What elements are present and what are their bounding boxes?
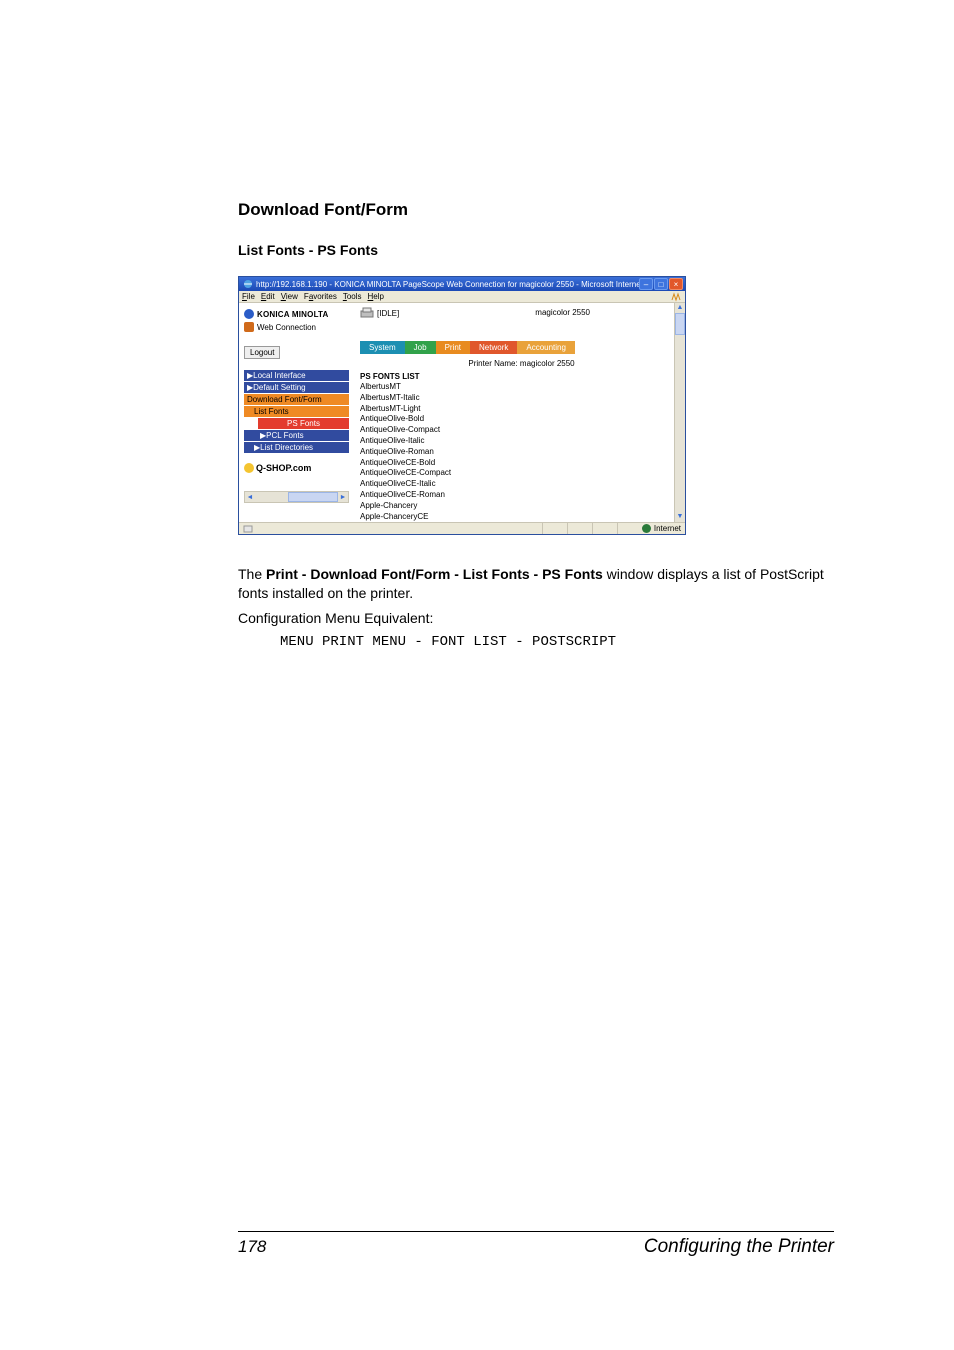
brand-name: KONICA MINOLTA bbox=[257, 310, 329, 319]
fonts-list: AlbertusMT AlbertusMT-Italic AlbertusMT-… bbox=[360, 382, 683, 522]
printer-icon bbox=[360, 307, 374, 319]
done-icon bbox=[243, 524, 253, 534]
main-scrollbar[interactable]: ▲ ▼ bbox=[674, 303, 685, 522]
tab-bar: System Job Print Network Accounting bbox=[360, 341, 683, 354]
sidebar-item-default-setting[interactable]: ▶Default Setting bbox=[244, 382, 349, 393]
window-titlebar: http://192.168.1.190 - KONICA MINOLTA Pa… bbox=[239, 277, 685, 291]
sidebar-item-ps-fonts[interactable]: PS Fonts bbox=[258, 418, 349, 429]
section-subtitle: List Fonts - PS Fonts bbox=[238, 242, 834, 258]
sidebar-item-local-interface[interactable]: ▶Local Interface bbox=[244, 370, 349, 381]
model-name: magicolor 2550 bbox=[535, 308, 590, 317]
config-menu-path: MENU PRINT MENU - FONT LIST - POSTSCRIPT bbox=[280, 634, 834, 650]
tab-job[interactable]: Job bbox=[405, 341, 436, 354]
menu-view[interactable]: View bbox=[281, 292, 298, 301]
sidebar-item-download-font-form[interactable]: Download Font/Form bbox=[244, 394, 349, 405]
qshop-label: Q-SHOP.com bbox=[256, 463, 311, 473]
internet-zone-label: Internet bbox=[654, 524, 681, 533]
printer-status: [IDLE] bbox=[377, 309, 399, 318]
sidebar-item-list-fonts[interactable]: List Fonts bbox=[244, 406, 349, 417]
printer-name-label: Printer Name: magicolor 2550 bbox=[360, 359, 683, 368]
sidebar-item-list-directories[interactable]: ▶List Directories bbox=[244, 442, 349, 453]
list-item: AlbertusMT-Light bbox=[360, 404, 683, 415]
section-title: Download Font/Form bbox=[238, 200, 834, 220]
menu-tools[interactable]: Tools bbox=[343, 292, 362, 301]
menu-bar: File Edit View Favorites Tools Help bbox=[239, 291, 685, 303]
tab-print[interactable]: Print bbox=[436, 341, 470, 354]
pagescope-icon bbox=[244, 322, 254, 332]
sidebar-item-pcl-fonts[interactable]: ▶PCL Fonts bbox=[244, 430, 349, 441]
scroll-right-icon[interactable]: ► bbox=[338, 494, 348, 501]
page-footer: 178 Configuring the Printer bbox=[238, 1231, 834, 1258]
scroll-down-icon[interactable]: ▼ bbox=[677, 512, 684, 522]
list-item: AntiqueOlive-Compact bbox=[360, 425, 683, 436]
list-item: Apple-Chancery bbox=[360, 501, 683, 512]
menu-help[interactable]: Help bbox=[368, 292, 384, 301]
list-item: AntiqueOliveCE-Roman bbox=[360, 490, 683, 501]
konica-logo-icon bbox=[244, 309, 254, 319]
config-menu-label: Configuration Menu Equivalent: bbox=[238, 609, 834, 628]
list-item: AlbertusMT-Italic bbox=[360, 393, 683, 404]
list-item: AntiqueOliveCE-Bold bbox=[360, 458, 683, 469]
tab-accounting[interactable]: Accounting bbox=[517, 341, 575, 354]
browser-window: http://192.168.1.190 - KONICA MINOLTA Pa… bbox=[238, 276, 686, 535]
ie-logo-icon bbox=[670, 292, 682, 302]
list-item: AntiqueOliveCE-Italic bbox=[360, 479, 683, 490]
internet-zone-icon bbox=[642, 524, 651, 533]
sidebar: KONICA MINOLTA Web Connection Logout ▶Lo… bbox=[239, 303, 354, 522]
qshop-icon bbox=[244, 463, 254, 473]
ie-icon bbox=[243, 279, 253, 289]
sidebar-scrollbar[interactable]: ◄ ► bbox=[244, 491, 349, 503]
list-item: Apple-ChanceryCE bbox=[360, 512, 683, 523]
fonts-list-header: PS FONTS LIST bbox=[360, 372, 683, 381]
menu-edit[interactable]: Edit bbox=[261, 292, 275, 301]
scroll-left-icon[interactable]: ◄ bbox=[245, 494, 255, 501]
scroll-up-icon[interactable]: ▲ bbox=[677, 303, 684, 313]
list-item: AntiqueOlive-Roman bbox=[360, 447, 683, 458]
tab-system[interactable]: System bbox=[360, 341, 405, 354]
footer-title: Configuring the Printer bbox=[644, 1236, 834, 1258]
main-panel: [IDLE] magicolor 2550 System Job Print N… bbox=[354, 303, 685, 522]
description-paragraph: The Print - Download Font/Form - List Fo… bbox=[238, 565, 834, 603]
logout-button[interactable]: Logout bbox=[244, 346, 280, 359]
status-bar: Internet bbox=[239, 522, 685, 534]
minimize-button[interactable]: – bbox=[639, 278, 653, 290]
window-title: http://192.168.1.190 - KONICA MINOLTA Pa… bbox=[256, 280, 639, 289]
tab-network[interactable]: Network bbox=[470, 341, 517, 354]
menu-favorites[interactable]: Favorites bbox=[304, 292, 337, 301]
qshop-link[interactable]: Q-SHOP.com bbox=[244, 463, 349, 473]
menu-file[interactable]: File bbox=[242, 292, 255, 301]
list-item: AntiqueOliveCE-Compact bbox=[360, 468, 683, 479]
close-button[interactable]: × bbox=[669, 278, 683, 290]
page-number: 178 bbox=[238, 1237, 266, 1257]
product-name: Web Connection bbox=[257, 323, 316, 332]
list-item: AntiqueOlive-Italic bbox=[360, 436, 683, 447]
list-item: AntiqueOlive-Bold bbox=[360, 414, 683, 425]
list-item: AlbertusMT bbox=[360, 382, 683, 393]
maximize-button[interactable]: □ bbox=[654, 278, 668, 290]
